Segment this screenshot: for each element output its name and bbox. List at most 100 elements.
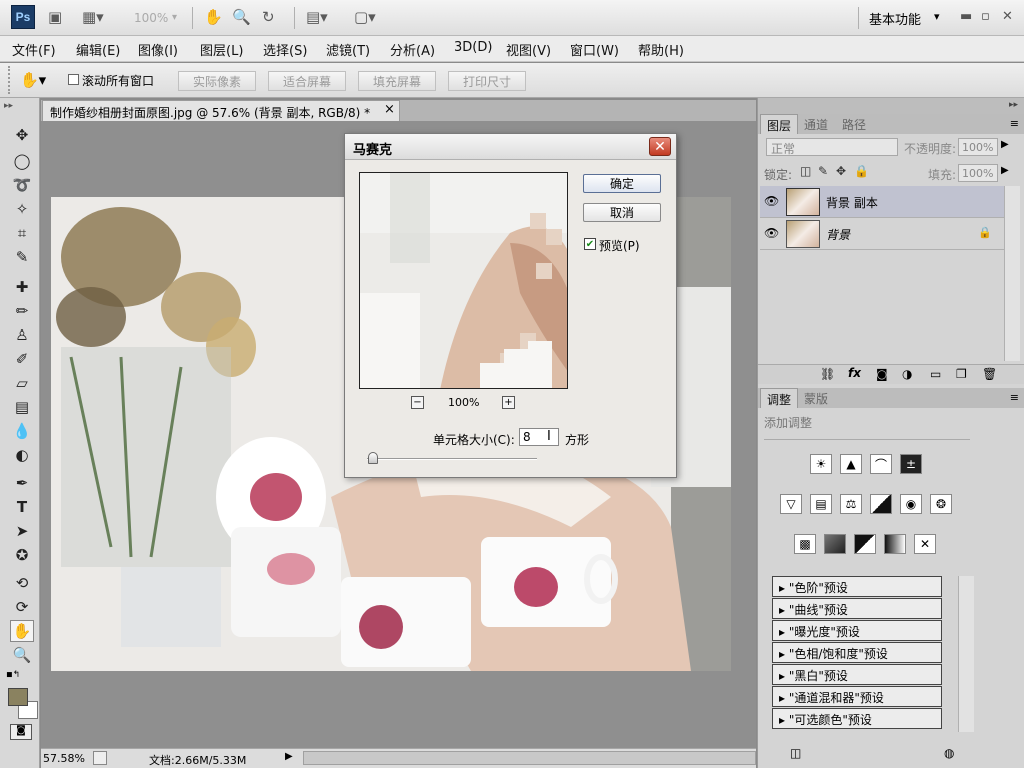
visibility-eye-icon[interactable]: 👁	[764, 194, 779, 208]
arrange-documents-icon[interactable]: ▤▾	[306, 8, 328, 26]
threshold-icon[interactable]	[854, 534, 876, 554]
tab-layers[interactable]: 图层	[760, 114, 799, 134]
new-adjustment-icon[interactable]: ◑	[902, 367, 912, 381]
dialog-title-bar[interactable]: 马赛克	[345, 134, 676, 160]
3d-orbit-icon[interactable]: ⟳	[10, 596, 34, 618]
blend-mode-select[interactable]: 正常	[766, 138, 898, 156]
brush-tool-icon[interactable]: ✏	[10, 300, 34, 322]
preset-item-curves[interactable]: ▸ "曲线"预设	[772, 598, 942, 619]
cell-size-slider-track[interactable]	[367, 458, 537, 460]
layer-name[interactable]: 背景 副本	[826, 194, 878, 211]
add-mask-icon[interactable]: ◙	[876, 367, 888, 381]
posterize-icon[interactable]	[824, 534, 846, 554]
exposure-icon[interactable]: ±	[900, 454, 922, 474]
brightness-icon[interactable]: ☀	[810, 454, 832, 474]
preview-checkbox[interactable]: ✔	[584, 238, 596, 250]
filter-preview[interactable]	[359, 172, 568, 389]
selective-color-icon[interactable]: ✕	[914, 534, 936, 554]
print-size-button[interactable]: 打印尺寸	[448, 71, 526, 91]
hue-saturation-icon[interactable]: ▤	[810, 494, 832, 514]
healing-brush-icon[interactable]: ✚	[10, 276, 34, 298]
path-selection-icon[interactable]: ➤	[10, 520, 34, 542]
link-layers-icon[interactable]: ⛓	[820, 367, 835, 381]
preset-item-selective-color[interactable]: ▸ "可选颜色"预设	[772, 708, 942, 729]
gradient-map-icon[interactable]	[884, 534, 906, 554]
document-tab[interactable]: 制作婚纱相册封面原图.jpg @ 57.6% (背景 副本, RGB/8) *	[42, 100, 400, 121]
curves-icon[interactable]: ⌒	[870, 454, 892, 474]
menu-select[interactable]: 选择(S)	[263, 40, 307, 59]
lock-transparency-icon[interactable]: ◫	[800, 164, 811, 178]
dodge-tool-icon[interactable]: ◐	[10, 444, 34, 466]
layer-row[interactable]: 👁 背景 🔒	[760, 218, 1004, 250]
cell-size-input[interactable]: 8	[519, 428, 559, 446]
tab-masks[interactable]: 蒙版	[798, 388, 834, 408]
layer-row[interactable]: 👁 背景 副本	[760, 186, 1004, 218]
fill-screen-button[interactable]: 填充屏幕	[358, 71, 436, 91]
quick-mask-icon[interactable]: ◙	[10, 724, 32, 740]
magic-wand-icon[interactable]: ✧	[10, 198, 34, 220]
menu-analysis[interactable]: 分析(A)	[390, 40, 435, 59]
hand-tool-preset-icon[interactable]: ✋▾	[20, 71, 46, 89]
collapse-toolbox-icon[interactable]: ▸▸	[4, 101, 13, 111]
chevron-down-icon[interactable]: ▾	[934, 10, 940, 23]
hand-tool-icon[interactable]: ✋	[10, 620, 34, 642]
eyedropper-icon[interactable]: ✎	[10, 246, 34, 268]
gradient-tool-icon[interactable]: ▤	[10, 396, 34, 418]
zoom-tool-icon[interactable]: 🔍	[10, 644, 34, 666]
tab-channels[interactable]: 通道	[798, 114, 834, 134]
menu-view[interactable]: 视图(V)	[506, 40, 551, 59]
preset-item-levels[interactable]: ▸ "色阶"预设	[772, 576, 942, 597]
type-tool-icon[interactable]: T	[10, 496, 34, 518]
lasso-tool-icon[interactable]: ➰	[10, 174, 34, 196]
menu-layer[interactable]: 图层(L)	[200, 40, 243, 59]
delete-layer-icon[interactable]: 🗑	[982, 367, 997, 381]
new-group-icon[interactable]: ▭	[930, 367, 941, 381]
workspace-switcher[interactable]: 基本功能	[869, 9, 921, 28]
tab-adjustments[interactable]: 调整	[760, 388, 799, 408]
collapse-dock-icon[interactable]: ▸▸	[1009, 100, 1018, 110]
fill-input[interactable]: 100%	[958, 164, 998, 182]
blur-tool-icon[interactable]: 💧	[10, 420, 34, 442]
menu-file[interactable]: 文件(F)	[12, 40, 56, 59]
close-window-icon[interactable]: ✕	[1002, 9, 1013, 24]
levels-icon[interactable]: ▲	[840, 454, 862, 474]
crop-tool-icon[interactable]: ⌗	[10, 222, 34, 244]
horizontal-scrollbar[interactable]	[303, 751, 756, 765]
zoom-icon[interactable]: 🔍	[232, 8, 251, 26]
rotate-view-icon[interactable]: ↻	[262, 8, 275, 26]
menu-help[interactable]: 帮助(H)	[638, 40, 684, 59]
lock-position-icon[interactable]: ✥	[836, 164, 846, 178]
status-menu-arrow-icon[interactable]: ▶	[285, 751, 293, 762]
opacity-arrow-icon[interactable]: ▶	[1001, 139, 1009, 150]
menu-window[interactable]: 窗口(W)	[570, 40, 619, 59]
clip-to-layer-icon[interactable]: ◍	[944, 746, 954, 760]
restore-icon[interactable]: ▫	[981, 9, 990, 24]
3d-rotate-icon[interactable]: ⟲	[10, 572, 34, 594]
move-tool-icon[interactable]: ✥	[10, 124, 34, 146]
ok-button[interactable]: 确定	[583, 174, 661, 193]
close-document-icon[interactable]: ×	[384, 102, 395, 117]
opacity-input[interactable]: 100%	[958, 138, 998, 156]
preset-item-black-white[interactable]: ▸ "黑白"预设	[772, 664, 942, 685]
hand-icon[interactable]: ✋	[204, 8, 223, 26]
ellipse-marquee-icon[interactable]: ◯	[10, 150, 34, 172]
foreground-color-swatch[interactable]	[8, 688, 28, 706]
actual-pixels-button[interactable]: 实际像素	[178, 71, 256, 91]
black-white-icon[interactable]	[870, 494, 892, 514]
fill-arrow-icon[interactable]: ▶	[1001, 165, 1009, 176]
screen-mode-icon[interactable]: ▢▾	[354, 8, 376, 26]
menu-filter[interactable]: 滤镜(T)	[326, 40, 370, 59]
preset-item-channel-mixer[interactable]: ▸ "通道混和器"预设	[772, 686, 942, 707]
default-colors-icon[interactable]: ◾↰	[6, 670, 20, 680]
layers-scrollbar[interactable]	[1004, 186, 1020, 361]
history-brush-icon[interactable]: ✐	[10, 348, 34, 370]
zoom-out-button[interactable]: −	[411, 396, 424, 409]
pen-tool-icon[interactable]: ✒	[10, 472, 34, 494]
new-layer-icon[interactable]: ❐	[956, 367, 967, 381]
minimize-icon[interactable]: ▬	[960, 9, 972, 24]
visibility-eye-icon[interactable]: 👁	[764, 226, 779, 240]
eraser-tool-icon[interactable]: ▱	[10, 372, 34, 394]
layer-name[interactable]: 背景	[826, 226, 850, 243]
bridge-icon[interactable]: ▣	[48, 8, 62, 26]
presets-scrollbar[interactable]	[958, 576, 974, 732]
